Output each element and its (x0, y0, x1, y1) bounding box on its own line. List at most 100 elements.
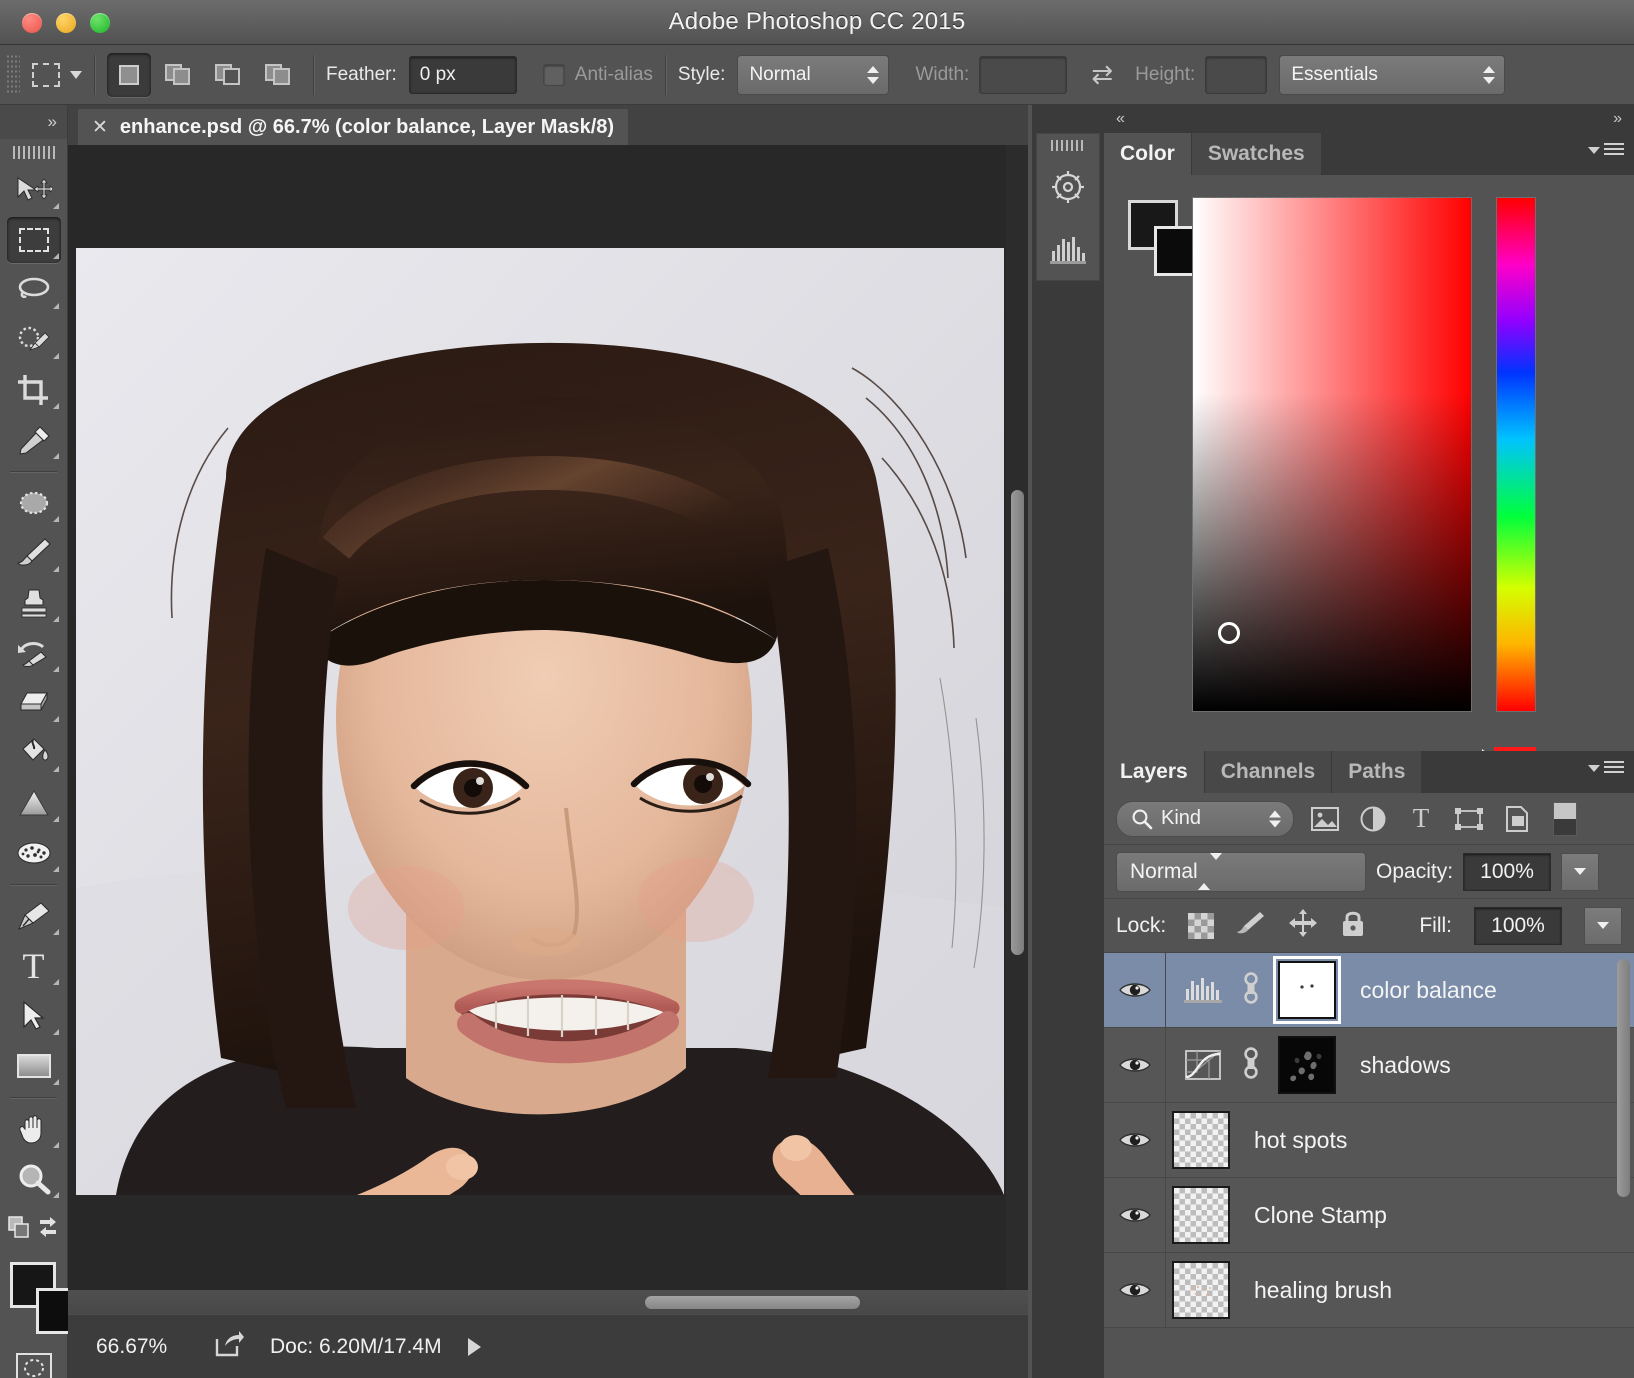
workspace-select[interactable]: Essentials (1279, 54, 1506, 95)
quick-mask-button[interactable] (0, 1342, 67, 1378)
canvas-horizontal-scrollbar[interactable] (68, 1290, 1028, 1314)
pen-tool[interactable] (0, 891, 67, 941)
tab-paths[interactable]: Paths (1332, 751, 1423, 793)
tools-panel-grip[interactable] (0, 139, 67, 165)
style-select[interactable]: Normal (737, 54, 890, 95)
table-row[interactable]: color balance (1104, 953, 1634, 1028)
chevron-down-icon[interactable] (70, 70, 82, 79)
width-input[interactable] (979, 55, 1068, 94)
brush-tool[interactable] (0, 528, 67, 578)
tab-swatches[interactable]: Swatches (1191, 133, 1322, 175)
gradient-tool[interactable] (0, 778, 67, 828)
rectangular-marquee-tool[interactable] (0, 215, 67, 265)
opacity-stepper[interactable] (1561, 852, 1600, 891)
layer-filter-kind-select[interactable]: Kind (1116, 800, 1294, 837)
zoom-tool[interactable] (0, 1154, 67, 1204)
subtract-from-selection-button[interactable] (207, 53, 251, 97)
document-image[interactable] (76, 248, 1004, 1195)
history-panel-icon[interactable] (1037, 156, 1099, 218)
layer-name[interactable]: shadows (1360, 1052, 1451, 1079)
table-row[interactable]: shadows (1104, 1028, 1634, 1103)
history-brush-tool[interactable] (0, 628, 67, 678)
move-tool[interactable] (0, 165, 67, 215)
hand-tool[interactable] (0, 1104, 67, 1154)
foreground-background-colors[interactable] (0, 1256, 82, 1342)
layer-visibility-toggle[interactable] (1104, 1178, 1166, 1252)
color-balance-icon[interactable] (1182, 975, 1224, 1005)
tab-color[interactable]: Color (1104, 133, 1192, 175)
layer-visibility-toggle[interactable] (1104, 1028, 1166, 1102)
filter-pixel-layers-icon[interactable] (1308, 806, 1342, 832)
table-row[interactable]: hot spots (1104, 1103, 1634, 1178)
lock-all-icon[interactable] (1340, 908, 1366, 943)
lasso-tool[interactable] (0, 265, 67, 315)
tab-channels[interactable]: Channels (1204, 751, 1333, 793)
double-chevron-right-icon[interactable]: » (0, 105, 67, 139)
canvas-vertical-scroll-thumb[interactable] (1011, 490, 1024, 955)
color-picker-marker[interactable] (1218, 622, 1240, 644)
new-selection-button[interactable] (107, 52, 151, 97)
share-icon[interactable] (214, 1330, 244, 1363)
canvas-horizontal-scroll-thumb[interactable] (645, 1296, 860, 1309)
layer-visibility-toggle[interactable] (1104, 953, 1166, 1027)
fill-value[interactable]: 100% (1474, 906, 1562, 945)
blend-mode-select[interactable]: Normal (1116, 851, 1366, 892)
fill-stepper[interactable] (1584, 906, 1622, 945)
canvas-vertical-scrollbar[interactable] (1006, 145, 1028, 1290)
panel-grip[interactable] (1037, 134, 1099, 156)
tab-layers[interactable]: Layers (1104, 751, 1205, 793)
canvas-area[interactable] (68, 145, 1028, 1290)
layer-name[interactable]: Clone Stamp (1254, 1202, 1387, 1229)
feather-input[interactable]: 0 px (408, 55, 517, 94)
filter-smart-object-icon[interactable] (1500, 805, 1534, 833)
blur-tool[interactable] (0, 828, 67, 878)
filter-shape-layers-icon[interactable] (1452, 807, 1486, 831)
zoom-level[interactable]: 66.67% (96, 1335, 188, 1359)
maximize-window-button[interactable] (90, 13, 110, 33)
clone-stamp-tool[interactable] (0, 578, 67, 628)
layer-visibility-toggle[interactable] (1104, 1253, 1166, 1327)
opacity-value[interactable]: 100% (1463, 852, 1552, 891)
close-window-button[interactable] (22, 13, 42, 33)
paint-bucket-tool[interactable] (0, 728, 67, 778)
minimize-window-button[interactable] (56, 13, 76, 33)
layer-list[interactable]: color balance shadows hot spots Clone St… (1104, 953, 1634, 1378)
layer-mask-thumbnail[interactable] (1273, 956, 1341, 1024)
layer-mask-thumbnail[interactable] (1278, 1036, 1336, 1094)
crop-tool[interactable] (0, 365, 67, 415)
close-icon[interactable]: ✕ (92, 116, 108, 139)
curves-icon[interactable] (1182, 1049, 1224, 1081)
layer-thumbnail[interactable] (1172, 1261, 1230, 1319)
layer-mask-link-icon[interactable] (1238, 971, 1264, 1009)
layer-mask-link-icon[interactable] (1238, 1046, 1264, 1084)
table-row[interactable]: Clone Stamp (1104, 1178, 1634, 1253)
quick-selection-tool[interactable] (0, 315, 67, 365)
eyedropper-tool[interactable] (0, 415, 67, 465)
lock-transparent-pixels-icon[interactable] (1188, 912, 1215, 939)
double-chevron-left-icon[interactable]: « (1116, 110, 1125, 128)
rectangle-tool[interactable] (0, 1041, 67, 1091)
triangle-right-icon[interactable] (467, 1337, 481, 1356)
layer-name[interactable]: healing brush (1254, 1277, 1392, 1304)
layer-visibility-toggle[interactable] (1104, 1103, 1166, 1177)
swap-arrows-icon[interactable]: ⇄ (1091, 59, 1113, 90)
anti-alias-checkbox[interactable] (542, 63, 565, 86)
eraser-tool[interactable] (0, 678, 67, 728)
type-tool[interactable]: T (0, 941, 67, 991)
histogram-panel-icon[interactable] (1037, 218, 1099, 280)
filter-type-layers-icon[interactable]: T (1404, 803, 1438, 834)
layer-name[interactable]: color balance (1360, 977, 1497, 1004)
layers-panel-menu-button[interactable] (1588, 761, 1624, 776)
lock-position-icon[interactable] (1288, 908, 1318, 943)
layer-name[interactable]: hot spots (1254, 1127, 1347, 1154)
filter-adjustment-layers-icon[interactable] (1356, 805, 1390, 833)
intersect-selection-button[interactable] (257, 53, 301, 97)
table-row[interactable]: healing brush (1104, 1253, 1634, 1328)
document-tab[interactable]: ✕ enhance.psd @ 66.7% (color balance, La… (78, 109, 629, 145)
layer-thumbnail[interactable] (1172, 1186, 1230, 1244)
hue-ramp-slider[interactable] (1496, 197, 1536, 712)
double-chevron-right-icon[interactable]: » (1613, 110, 1622, 128)
layer-list-scroll-thumb[interactable] (1617, 959, 1630, 1197)
lock-image-pixels-icon[interactable] (1236, 910, 1266, 941)
add-to-selection-button[interactable] (157, 53, 201, 97)
